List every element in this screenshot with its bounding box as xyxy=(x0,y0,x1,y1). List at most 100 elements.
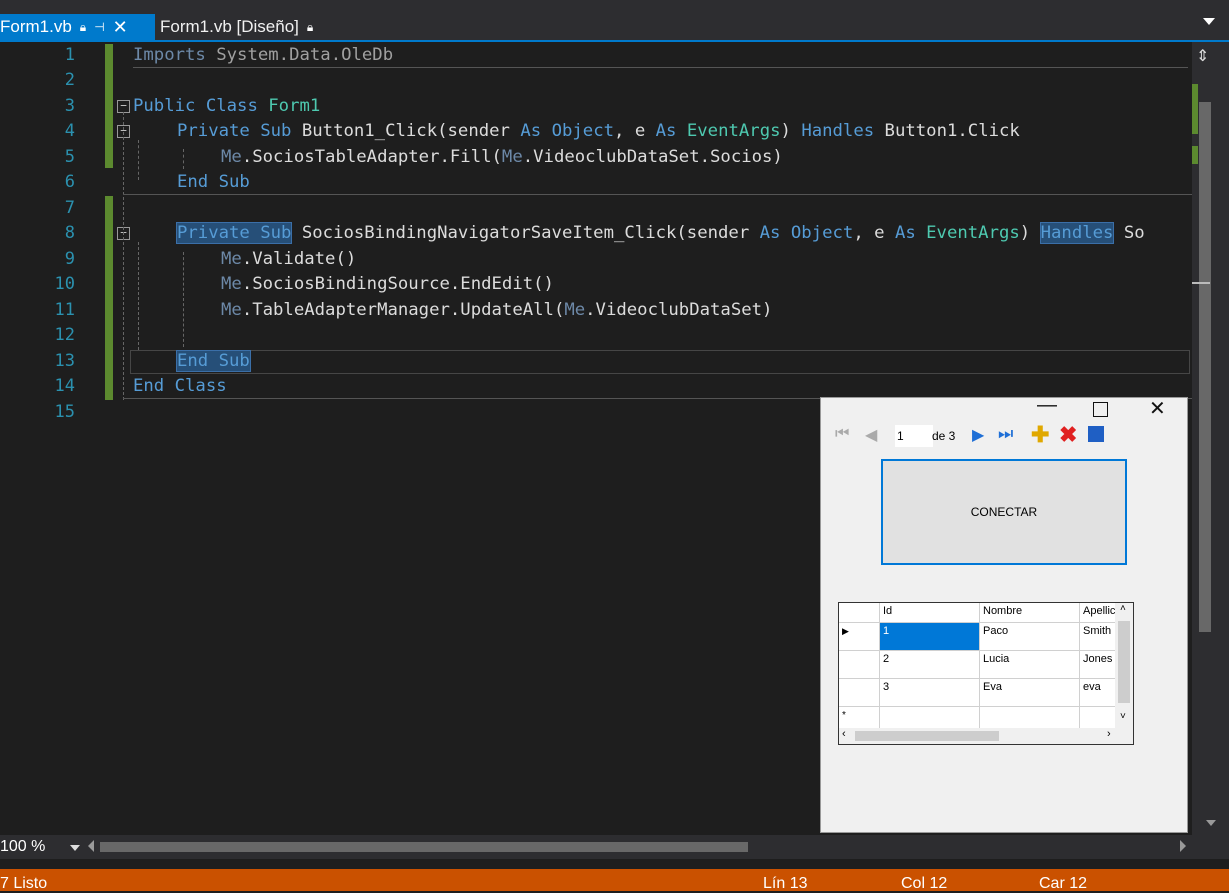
move-previous-icon[interactable]: ◀ xyxy=(865,425,877,445)
code-token: Me xyxy=(221,274,242,294)
close-icon[interactable]: ✕ xyxy=(1149,396,1166,421)
code-token: ) xyxy=(1019,223,1041,243)
scrollbar-thumb[interactable] xyxy=(100,842,748,852)
code-line-3: Public Class Form1 xyxy=(133,96,320,116)
status-char: Car 12 xyxy=(1039,875,1088,892)
outline-guide xyxy=(123,112,124,400)
scrollbar-thumb[interactable] xyxy=(1199,102,1211,632)
scrollbar-thumb[interactable] xyxy=(855,731,999,741)
scroll-down-icon[interactable] xyxy=(1206,820,1216,826)
grid-cell[interactable] xyxy=(880,707,980,729)
code-token: So xyxy=(1113,223,1145,243)
column-header[interactable]: Apellic xyxy=(1080,603,1120,623)
code-token: Imports xyxy=(133,45,206,65)
position-input[interactable] xyxy=(895,425,933,447)
line-number: 6 xyxy=(64,172,75,192)
grid-corner xyxy=(839,603,880,623)
code-token: .SociosTableAdapter.Fill( xyxy=(241,147,502,167)
line-number: 5 xyxy=(64,147,75,167)
code-line-1: Imports System.Data.OleDb xyxy=(133,45,393,65)
tab-form1-design[interactable]: Form1.vb [Diseño] 🔒︎ xyxy=(160,14,313,40)
separator xyxy=(123,194,1192,195)
caret-marker xyxy=(1192,282,1210,284)
change-marker xyxy=(105,44,113,146)
grid-cell[interactable]: 3 xyxy=(880,679,980,707)
row-header[interactable] xyxy=(839,651,880,679)
vertical-scrollbar[interactable] xyxy=(1192,42,1229,835)
code-token: EventArgs xyxy=(686,121,781,141)
chevron-down-icon[interactable] xyxy=(70,845,80,851)
grid-cell[interactable]: Smith xyxy=(1080,623,1120,651)
code-token: , e xyxy=(614,121,656,141)
scrollbar-thumb[interactable] xyxy=(1118,621,1130,703)
delete-icon[interactable]: ✖ xyxy=(1059,422,1077,448)
code-token: Button1_Click(sender xyxy=(291,121,521,141)
horizontal-scrollbar[interactable]: 100 % xyxy=(0,835,1229,859)
data-grid[interactable]: Id Nombre Apellic ▶ 1 Paco Smith 2 Lucia… xyxy=(838,602,1134,745)
chevron-down-icon[interactable]: ˅ xyxy=(1120,711,1126,722)
grid-cell[interactable]: Eva xyxy=(980,679,1080,707)
tab-label: Form1.vb [Diseño] xyxy=(160,17,299,36)
code-token: End Sub xyxy=(177,172,250,192)
code-line-4: Private Sub Button1_Click(sender As Obje… xyxy=(177,121,1020,141)
code-token: Me xyxy=(564,300,586,320)
column-header[interactable]: Id xyxy=(880,603,980,623)
code-line-8: Private Sub SociosBindingNavigatorSaveIt… xyxy=(175,222,1145,244)
chevron-right-icon[interactable]: › xyxy=(1107,728,1111,740)
move-last-icon[interactable]: ⏭ xyxy=(998,424,1013,444)
tab-label: Form1.vb xyxy=(0,17,72,36)
tab-form1-vb[interactable]: Form1.vb 🔒︎ ⊣ ✕ xyxy=(0,14,155,40)
form-window: — ✕ ⏮ ◀ de 3 ▶ ⏭ ✚ ✖ CONECTAR Id Nombre … xyxy=(820,394,1188,833)
grid-cell[interactable] xyxy=(1080,707,1120,729)
grid-cell[interactable]: Paco xyxy=(980,623,1080,651)
indent-guide xyxy=(138,140,139,180)
move-next-icon[interactable]: ▶ xyxy=(972,425,984,445)
chevron-left-icon[interactable]: ‹ xyxy=(842,728,846,740)
move-first-icon[interactable]: ⏮ xyxy=(835,425,849,443)
save-icon[interactable] xyxy=(1088,426,1104,442)
scroll-right-icon[interactable] xyxy=(1180,840,1186,852)
add-new-icon[interactable]: ✚ xyxy=(1031,422,1049,448)
line-number: 11 xyxy=(54,300,75,320)
grid-cell[interactable]: eva xyxy=(1080,679,1120,707)
line-number: 12 xyxy=(54,325,75,345)
tab-list-dropdown-icon[interactable] xyxy=(1203,18,1215,25)
new-row-header[interactable]: * xyxy=(839,707,880,729)
grid-cell[interactable]: 2 xyxy=(880,651,980,679)
code-token: Button1.Click xyxy=(874,121,1020,141)
separator xyxy=(133,67,1188,68)
code-token: Object xyxy=(551,121,615,141)
indent-guide xyxy=(183,252,184,347)
row-header[interactable] xyxy=(839,679,880,707)
code-token: ) xyxy=(780,121,802,141)
binding-navigator: ⏮ ◀ de 3 ▶ ⏭ ✚ ✖ xyxy=(821,422,1187,450)
code-token: As xyxy=(759,223,781,243)
chevron-up-icon[interactable]: ˄ xyxy=(1120,603,1126,614)
grid-horizontal-scrollbar[interactable]: ‹ › xyxy=(839,728,1133,744)
grid-cell[interactable]: Lucia xyxy=(980,651,1080,679)
new-row-icon: * xyxy=(842,710,846,721)
grid-cell[interactable] xyxy=(980,707,1080,729)
column-header[interactable]: Nombre xyxy=(980,603,1080,623)
split-window-icon[interactable]: ⇕ xyxy=(1196,46,1209,66)
row-header[interactable]: ▶ xyxy=(839,623,880,651)
line-number: 7 xyxy=(64,198,75,218)
code-line-5: Me.SociosTableAdapter.Fill(Me.VideoclubD… xyxy=(221,147,783,167)
grid-cell[interactable]: Jones xyxy=(1080,651,1120,679)
close-icon[interactable]: ✕ xyxy=(113,17,128,38)
status-column: Col 12 xyxy=(901,875,948,892)
code-token: Object xyxy=(790,223,854,243)
indent-guide xyxy=(183,149,184,169)
pin-icon[interactable]: ⊣ xyxy=(94,20,104,34)
maximize-icon[interactable] xyxy=(1093,402,1108,417)
lock-icon: 🔒︎ xyxy=(79,19,87,34)
connect-button[interactable]: CONECTAR xyxy=(881,459,1127,565)
minimize-icon[interactable]: — xyxy=(1037,394,1057,417)
grid-cell[interactable]: 1 xyxy=(880,623,980,651)
lock-icon: 🔒︎ xyxy=(306,19,314,34)
code-token: System.Data.OleDb xyxy=(205,45,394,65)
code-token: End Sub xyxy=(176,350,251,372)
zoom-level[interactable]: 100 % xyxy=(0,838,45,856)
grid-vertical-scrollbar[interactable]: ˄ ˅ xyxy=(1115,603,1133,728)
scroll-left-icon[interactable] xyxy=(88,840,94,852)
